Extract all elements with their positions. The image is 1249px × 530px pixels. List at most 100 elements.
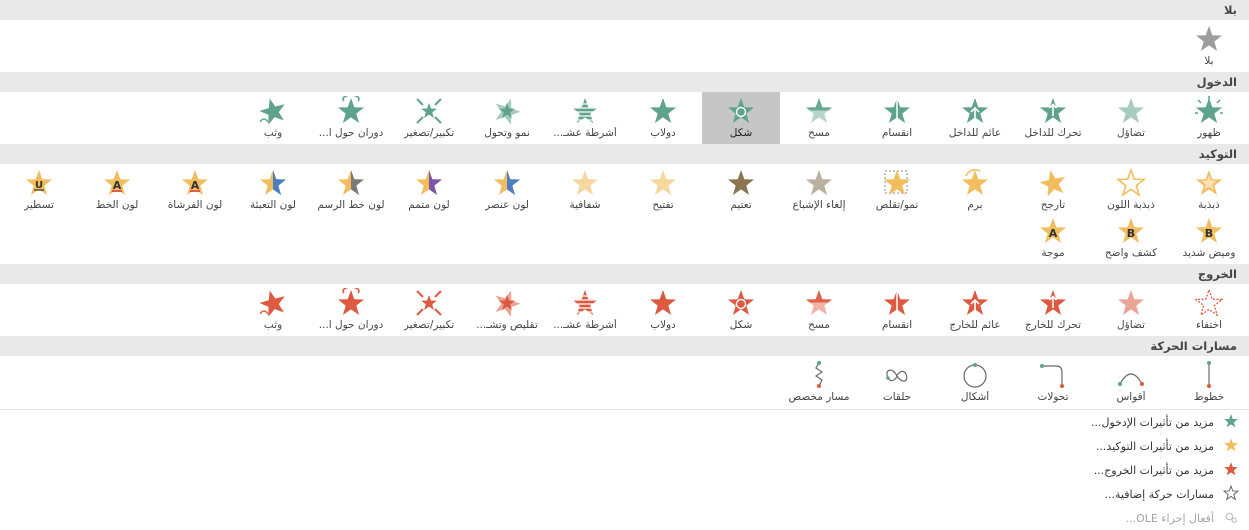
- effect-label: دوران حول ا...: [318, 319, 384, 331]
- effect-label: تقليص وتشـ...: [476, 319, 538, 331]
- svg-text:B: B: [1127, 227, 1135, 240]
- entrance-effect-8[interactable]: أشرطة عشـ...: [546, 92, 624, 144]
- wheel-star-icon: [648, 96, 678, 126]
- emphasis-effect-8[interactable]: شفافية: [546, 164, 624, 216]
- more-motion-paths[interactable]: مسارات حركة إضافية...: [0, 482, 1249, 506]
- more-entrance-effects[interactable]: مزيد من تأثيرات الإدخول...: [0, 410, 1249, 434]
- emphasis-effect-3[interactable]: برم: [936, 164, 1014, 216]
- effect-label: موجة: [1041, 247, 1065, 259]
- gallery-emphasis: ذبذبة ذبذبة اللون تأرجح برم نمو/تقلص إلغاء ال…: [0, 164, 1249, 264]
- effect-label: لون الفرشاة: [167, 199, 223, 211]
- entrance-effect-10[interactable]: تكبير/تصغير: [390, 92, 468, 144]
- entrance-effect-2[interactable]: تحرك للداخل: [1014, 92, 1092, 144]
- exit-effect-5[interactable]: مسح: [780, 284, 858, 336]
- effect-label: مسار مخصص: [788, 391, 850, 403]
- spin-star-icon: [960, 168, 990, 198]
- fly-out-star-icon: [1038, 288, 1068, 318]
- exit-effect-4[interactable]: انقسام: [858, 284, 936, 336]
- emphasis-effect-17[interactable]: B كشف واضح: [1092, 212, 1170, 264]
- gallery-motion-paths: خطوط أقواس تحولات أشكال حلقات مسار مخصص: [0, 356, 1249, 408]
- motion-effect-2[interactable]: تحولات: [1014, 356, 1092, 408]
- emphasis-effect-13[interactable]: A لون الفرشاة: [156, 164, 234, 216]
- exit-effect-11[interactable]: دوران حول ا...: [312, 284, 390, 336]
- emphasis-effect-18[interactable]: A موجة: [1014, 212, 1092, 264]
- more-exit-effects[interactable]: مزيد من تأثيرات الخروج...: [0, 458, 1249, 482]
- entrance-effect-0[interactable]: ظهور: [1170, 92, 1248, 144]
- entrance-effect-1[interactable]: تضاؤل: [1092, 92, 1170, 144]
- entrance-effect-9[interactable]: نمو وتحول: [468, 92, 546, 144]
- swivel-star-icon: [336, 96, 366, 126]
- motion-effect-5[interactable]: مسار مخصص: [780, 356, 858, 408]
- effect-label: ذبذبة: [1198, 199, 1220, 211]
- entrance-effect-11[interactable]: دوران حول ا...: [312, 92, 390, 144]
- entrance-effect-4[interactable]: انقسام: [858, 92, 936, 144]
- exit-effect-10[interactable]: تكبير/تصغير: [390, 284, 468, 336]
- emphasis-effect-9[interactable]: لون عنصر: [468, 164, 546, 216]
- more-effects-list: مزيد من تأثيرات الإدخول... مزيد من تأثير…: [0, 410, 1249, 530]
- effect-label: تضاؤل: [1117, 319, 1145, 331]
- effect-label: لون خط الرسم: [317, 199, 385, 211]
- entrance-effect-6[interactable]: شكل: [702, 92, 780, 144]
- effect-label: خطوط: [1193, 391, 1225, 403]
- exit-effect-3[interactable]: عائم للخارج: [936, 284, 1014, 336]
- exit-effect-0[interactable]: اختفاء: [1170, 284, 1248, 336]
- emphasis-effect-6[interactable]: تعتيم: [702, 164, 780, 216]
- emphasis-effect-7[interactable]: تفتيح: [624, 164, 702, 216]
- bounce-star-icon: [258, 96, 288, 126]
- swivel-out-star-icon: [336, 288, 366, 318]
- exit-effect-1[interactable]: تضاؤل: [1092, 284, 1170, 336]
- entrance-more-icon: [1214, 413, 1239, 432]
- emphasis-effect-11[interactable]: لون خط الرسم: [312, 164, 390, 216]
- fade-star-icon: [1116, 96, 1146, 126]
- motion-effect-0[interactable]: خطوط: [1170, 356, 1248, 408]
- exit-effect-6[interactable]: شكل: [702, 284, 780, 336]
- brush-color-star-icon: A: [180, 168, 210, 198]
- exit-effect-12[interactable]: وثب: [234, 284, 312, 336]
- effect-label: شكل: [729, 127, 753, 139]
- entrance-effect-3[interactable]: عائم للداخل: [936, 92, 1014, 144]
- effect-label: تضاؤل: [1117, 127, 1145, 139]
- exit-effect-2[interactable]: تحرك للخارج: [1014, 284, 1092, 336]
- effect-label: مسح: [808, 319, 830, 331]
- effect-label: تكبير/تصغير: [403, 319, 455, 331]
- emphasis-effect-12[interactable]: لون التعبئة: [234, 164, 312, 216]
- animation-gallery: بلا بلا الدخول ظهور تضاؤل تحرك للداخل عائم …: [0, 0, 1249, 530]
- emphasis-effect-1[interactable]: ذبذبة اللون: [1092, 164, 1170, 216]
- exit-effect-7[interactable]: دولاب: [624, 284, 702, 336]
- emphasis-effect-16[interactable]: B وميض شديد: [1170, 212, 1248, 264]
- exit-more-icon: [1214, 461, 1239, 480]
- line-color-star-icon: [336, 168, 366, 198]
- motion-effect-3[interactable]: أشكال: [936, 356, 1014, 408]
- entrance-effect-7[interactable]: دولاب: [624, 92, 702, 144]
- entrance-effect-5[interactable]: مسح: [780, 92, 858, 144]
- effect-label: مسح: [808, 127, 830, 139]
- bounce-out-star-icon: [258, 288, 288, 318]
- wave-star-icon: A: [1038, 216, 1068, 246]
- bold-flash-star-icon: B: [1194, 216, 1224, 246]
- shrink-turn-star-icon: [492, 288, 522, 318]
- float-out-star-icon: [960, 288, 990, 318]
- random-bars-out-star-icon: [570, 288, 600, 318]
- effect-label: دولاب: [650, 127, 676, 139]
- emphasis-effect-0[interactable]: ذبذبة: [1170, 164, 1248, 216]
- emphasis-effect-2[interactable]: تأرجح: [1014, 164, 1092, 216]
- effect-label: وثب: [263, 127, 283, 139]
- emphasis-effect-10[interactable]: لون متمم: [390, 164, 468, 216]
- entrance-effect-12[interactable]: وثب: [234, 92, 312, 144]
- motion-effect-1[interactable]: أقواس: [1092, 356, 1170, 408]
- none-effect-0[interactable]: بلا: [1170, 20, 1248, 72]
- motion-effect-4[interactable]: حلقات: [858, 356, 936, 408]
- more-emphasis-effects[interactable]: مزيد من تأثيرات التوكيد...: [0, 434, 1249, 458]
- transparency-star-icon: [570, 168, 600, 198]
- effect-label: عائم للخارج: [949, 319, 1001, 331]
- emphasis-effect-5[interactable]: إلغاء الإشباع: [780, 164, 858, 216]
- split-star-icon: [882, 96, 912, 126]
- emphasis-effect-4[interactable]: نمو/تقلص: [858, 164, 936, 216]
- exit-effect-8[interactable]: أشرطة عشـ...: [546, 284, 624, 336]
- effect-label: شكل: [729, 319, 753, 331]
- emphasis-effect-15[interactable]: U تسطير: [0, 164, 78, 216]
- emphasis-effect-14[interactable]: A لون الخط: [78, 164, 156, 216]
- grow-turn-star-icon: [492, 96, 522, 126]
- exit-effect-9[interactable]: تقليص وتشـ...: [468, 284, 546, 336]
- effect-label: أشكال: [960, 391, 990, 403]
